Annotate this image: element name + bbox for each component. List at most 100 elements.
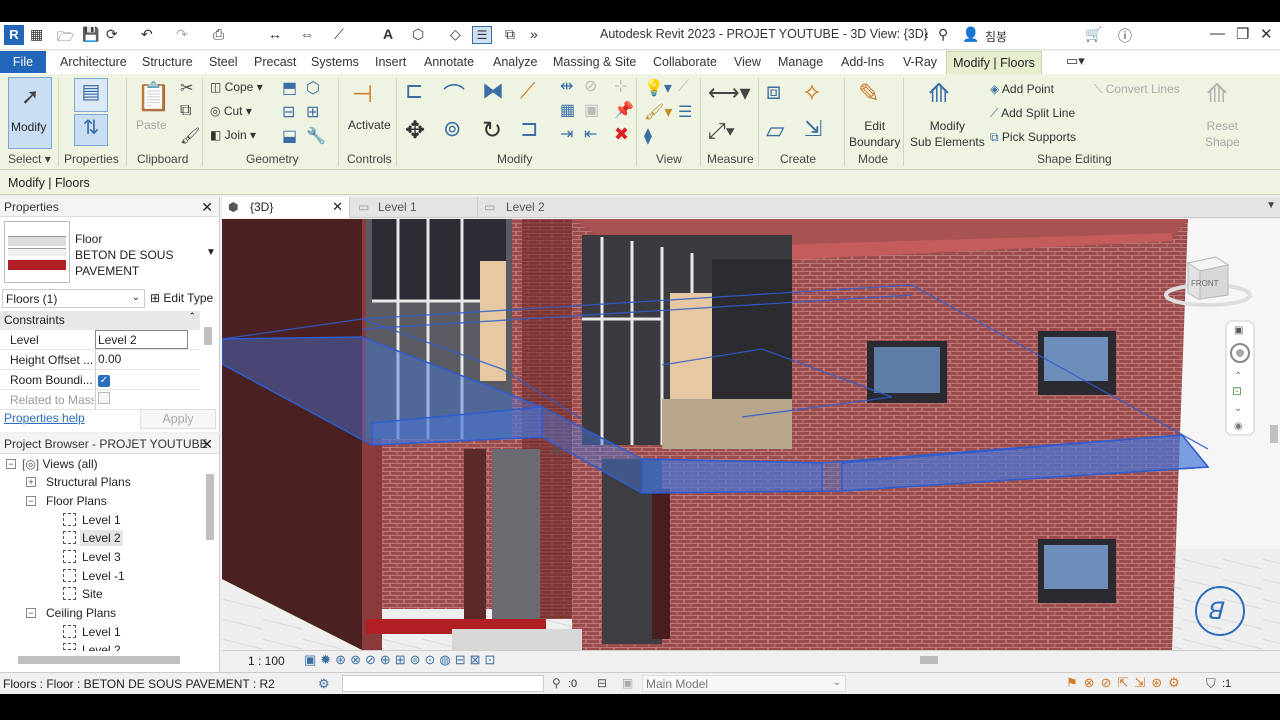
copy-icon[interactable]: ⊚ (443, 116, 461, 142)
views-toggle[interactable]: − (6, 459, 16, 469)
revit-logo-icon[interactable]: R (4, 25, 24, 45)
override-graphics-icon[interactable]: 🖌▾ (644, 102, 672, 122)
array-icon[interactable]: ▦ (560, 100, 575, 120)
viewport-scrollbar-h[interactable] (920, 656, 938, 664)
selection-filter-icons[interactable]: ⚑⊗⊘⇱⇲⊛⚙ (1066, 675, 1186, 691)
close-hidden-icon[interactable]: ⧉ (505, 26, 515, 43)
help-icon[interactable]: ⓘ (1118, 26, 1132, 46)
minimize-icon[interactable]: — (1210, 25, 1225, 42)
join-button[interactable]: ◧ Join ▾ (210, 128, 256, 142)
tab-file[interactable]: File (0, 51, 46, 73)
tab-architecture[interactable]: Architecture (60, 55, 127, 69)
reset-shape-icon[interactable]: ⟰ (1206, 78, 1228, 109)
trim-multiple-icon[interactable]: ⇤ (584, 124, 597, 144)
print-icon[interactable]: ⎙ (213, 26, 224, 43)
move-icon[interactable]: ✥ (405, 116, 425, 145)
delete-icon[interactable]: ✖ (614, 124, 629, 145)
workset-dropdown[interactable] (342, 675, 544, 692)
workset-icon[interactable]: ⚙ (318, 676, 330, 692)
properties-help-link[interactable]: Properties help (4, 411, 85, 425)
create-similar-icon[interactable]: ⇲ (804, 116, 822, 142)
edit-boundary-icon[interactable]: ✎ (858, 78, 880, 109)
structural-plans-toggle[interactable]: + (26, 477, 36, 487)
split-face-icon[interactable]: ⬡ (306, 78, 320, 98)
open-icon[interactable]: 🗁 (57, 26, 74, 50)
hide-in-view-icon[interactable]: 💡▾ (644, 78, 672, 98)
close-properties-icon[interactable]: ✕ (201, 197, 213, 217)
copy-clipboard-icon[interactable]: ⧉ (180, 102, 191, 120)
align-dimension-icon[interactable]: ⇔ (300, 26, 314, 42)
align-icon[interactable]: ⊏ (405, 78, 423, 104)
3d-building-model[interactable]: ✳ FRONT ▣ ⌃ ⊡ ⌄ ◉ ꓭ (222, 219, 1280, 650)
demolish-icon[interactable]: ⊟ (282, 102, 295, 122)
paste-icon[interactable]: 📋 (136, 80, 171, 113)
ribbon-options-icon[interactable]: ▭▾ (1066, 53, 1085, 69)
filter-icon[interactable]: ⛉ (1206, 676, 1216, 692)
view-range-icon[interactable]: ☰ (678, 102, 692, 122)
dimension-icon[interactable]: ⤢▾ (708, 118, 735, 144)
text-icon[interactable]: A (383, 26, 393, 42)
tab-systems[interactable]: Systems (311, 55, 359, 69)
reset-shape-label[interactable]: Reset Shape (1205, 118, 1240, 150)
undo-icon[interactable]: ↶ (141, 26, 153, 43)
tab-modify-floors[interactable]: Modify | Floors (946, 51, 1042, 74)
cut-button[interactable]: ◎ Cut ▾ (210, 104, 252, 118)
split-icon[interactable]: ⇹ (560, 76, 573, 96)
sync-icon[interactable]: ⟳ (106, 26, 118, 43)
scale-icon[interactable]: ▣ (584, 100, 599, 120)
view-scale[interactable]: 1 : 100 (248, 654, 285, 668)
structural-plans-node[interactable]: Structural Plans (46, 475, 131, 489)
edit-boundary-label[interactable]: Edit Boundary (849, 118, 900, 150)
binoculars-icon[interactable]: ⚲ (938, 26, 948, 43)
tab-massing-site[interactable]: Massing & Site (553, 55, 636, 69)
browser-scrollbar-v[interactable] (206, 474, 214, 540)
tab-add-ins[interactable]: Add-Ins (841, 55, 884, 69)
ceiling-plans-node[interactable]: Ceiling Plans (46, 606, 116, 620)
tab-analyze[interactable]: Analyze (493, 55, 537, 69)
constraints-group[interactable]: Constraints ⌃ (0, 311, 200, 330)
trim-single-icon[interactable]: ⇥ (560, 124, 573, 144)
view-control-icons[interactable]: ▣✹⊛⊗⊘⊕⊞⊜⊙◍⊟⊠⊡ (304, 652, 499, 668)
match-properties-icon[interactable]: 🖌 (180, 126, 200, 146)
type-dropdown-icon[interactable]: ▼ (206, 247, 216, 258)
select-panel-label[interactable]: Select ▾ (8, 152, 51, 166)
ceiling-plan-level-2[interactable]: Level 2 (82, 643, 121, 651)
properties-scrollbar[interactable] (204, 327, 212, 345)
tab-annotate[interactable]: Annotate (424, 55, 474, 69)
convert-lines-button[interactable]: ⟍ Convert Lines (1094, 82, 1180, 97)
user-icon[interactable]: 👤 (962, 26, 979, 43)
editable-only-icon[interactable]: ⚲ (552, 676, 561, 690)
tab-vray[interactable]: V-Ray (903, 55, 937, 69)
mirror-draw-icon[interactable]: ⟋ (520, 78, 535, 104)
add-point-button[interactable]: ◈ Add Point (990, 82, 1054, 96)
tab-level-1[interactable]: ▭ Level 1 (350, 197, 478, 218)
floor-plan-level-1[interactable]: Level 1 (82, 513, 121, 527)
tab-3d-view[interactable]: ⬢ {3D} ✕ (222, 197, 350, 218)
remove-paint-icon[interactable]: 🔧 (306, 126, 326, 146)
floor-plan-site[interactable]: Site (82, 587, 103, 601)
activate-icon[interactable]: ⊣ (352, 80, 373, 109)
properties-icon[interactable]: ▤ (74, 78, 108, 112)
more-icon[interactable]: » (530, 26, 538, 42)
thin-lines-icon[interactable]: ☰ (472, 26, 492, 44)
floor-plan-level-2[interactable]: Level 2 (80, 530, 123, 546)
home-icon[interactable]: ▦ (30, 26, 43, 43)
tab-structure[interactable]: Structure (142, 55, 193, 69)
cart-icon[interactable]: 🛒 (1085, 26, 1102, 43)
measure-icon[interactable]: ⟷▾ (708, 80, 751, 106)
tab-steel[interactable]: Steel (209, 55, 238, 69)
create-assembly-icon[interactable]: ⧈ (766, 78, 781, 106)
trim-icon[interactable]: ⊐ (520, 116, 538, 142)
restore-icon[interactable]: ❐ (1236, 25, 1249, 43)
room-bounding-checkbox[interactable]: ✓ (98, 375, 110, 387)
design-options-icon[interactable]: ⊟ (597, 676, 607, 690)
floor-plan-level-minus-1[interactable]: Level -1 (82, 569, 125, 583)
pin-icon[interactable]: 📌 (614, 100, 634, 120)
floor-plans-toggle[interactable]: − (26, 496, 36, 506)
rotate-icon[interactable]: ↻ (482, 116, 502, 145)
activate-label[interactable]: Activate (348, 118, 391, 132)
add-split-line-button[interactable]: ⟋ Add Split Line (990, 106, 1075, 121)
cut-clipboard-icon[interactable]: ✂ (180, 78, 193, 98)
modify-sub-elements-icon[interactable]: ⟰ (928, 78, 950, 109)
browser-scrollbar-h[interactable] (18, 656, 180, 664)
